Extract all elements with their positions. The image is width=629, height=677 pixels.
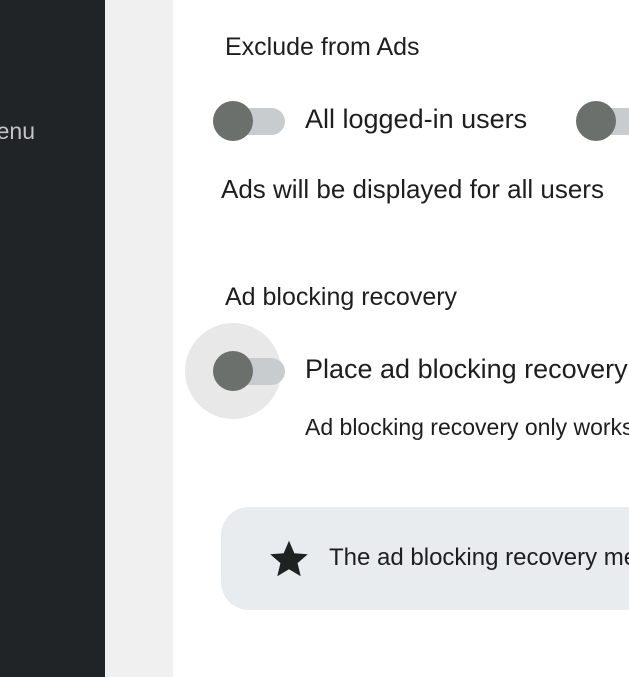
all-logged-in-users-label[interactable]: All logged-in users bbox=[305, 104, 527, 135]
ad-blocking-recovery-label[interactable]: Place ad blocking recovery bbox=[305, 354, 628, 385]
notice-text: The ad blocking recovery message bbox=[329, 544, 629, 571]
exclude-from-ads-heading: Exclude from Ads bbox=[225, 33, 420, 61]
admin-sidebar: enu bbox=[0, 0, 105, 677]
ad-blocking-recovery-toggle[interactable] bbox=[213, 348, 285, 391]
toggle-thumb bbox=[576, 101, 616, 141]
sidebar-menu-label[interactable]: enu bbox=[0, 118, 35, 145]
exclude-ads-help-text: Ads will be displayed for all users bbox=[221, 174, 604, 204]
second-exclude-toggle[interactable] bbox=[576, 98, 629, 141]
ad-blocking-help-text: Ad blocking recovery only works bbox=[305, 414, 629, 440]
star-icon bbox=[270, 540, 308, 577]
ad-blocking-notice: The ad blocking recovery message bbox=[221, 507, 629, 610]
settings-panel: Exclude from Ads All logged-in users Ads… bbox=[173, 0, 629, 677]
all-logged-in-users-toggle[interactable] bbox=[213, 98, 285, 141]
ad-blocking-recovery-heading: Ad blocking recovery bbox=[225, 283, 458, 311]
toggle-thumb bbox=[213, 351, 253, 391]
toggle-thumb bbox=[213, 101, 253, 141]
